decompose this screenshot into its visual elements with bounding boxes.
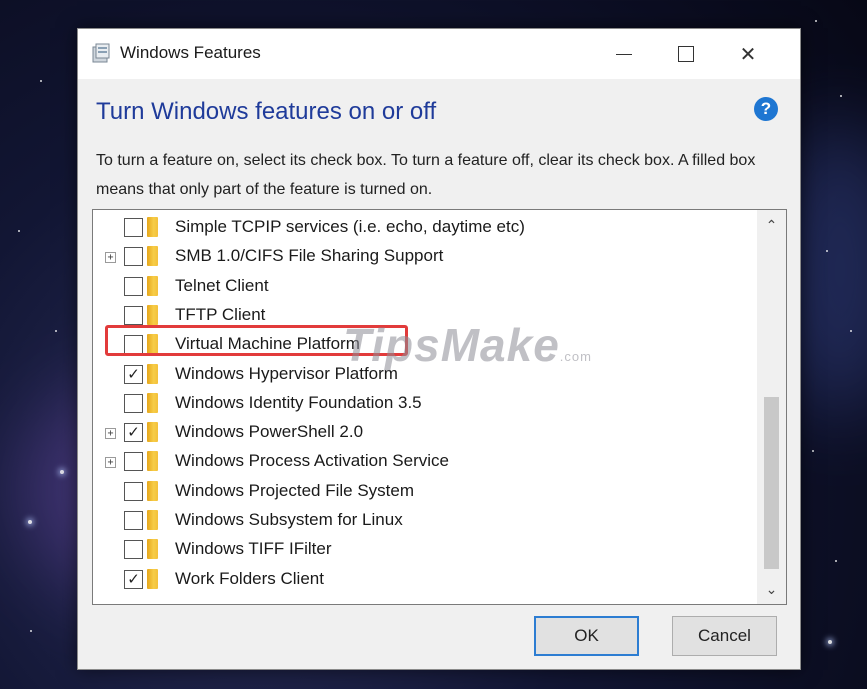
vertical-scrollbar[interactable]: ⌃ ⌄ xyxy=(757,210,786,604)
feature-checkbox[interactable] xyxy=(124,276,143,296)
close-button[interactable]: ✕ xyxy=(718,29,778,79)
features-tree[interactable]: Simple TCPIP services (i.e. echo, daytim… xyxy=(92,209,787,605)
expand-icon[interactable]: + xyxy=(105,428,116,440)
feature-label: SMB 1.0/CIFS File Sharing Support xyxy=(175,246,444,266)
scroll-thumb[interactable] xyxy=(764,397,779,569)
ok-button[interactable]: OK xyxy=(534,616,639,656)
folder-icon xyxy=(147,480,158,501)
feature-row[interactable]: Simple TCPIP services (i.e. echo, daytim… xyxy=(93,214,757,243)
folder-icon xyxy=(147,392,158,413)
feature-row[interactable]: Windows TIFF IFilter xyxy=(93,536,757,565)
feature-checkbox[interactable] xyxy=(124,305,143,325)
feature-row[interactable]: + SMB 1.0/CIFS File Sharing Support xyxy=(93,243,757,272)
watermark-main: TipsMake xyxy=(343,319,560,371)
feature-checkbox[interactable] xyxy=(124,452,143,472)
feature-row[interactable]: + ✓ Windows PowerShell 2.0 xyxy=(93,419,757,448)
maximize-icon xyxy=(678,46,694,62)
feature-label: Windows Process Activation Service xyxy=(175,451,449,471)
close-icon: ✕ xyxy=(739,43,757,66)
feature-row[interactable]: ✓ Work Folders Client xyxy=(93,566,757,595)
feature-row[interactable]: Windows Projected File System xyxy=(93,478,757,507)
scroll-down-icon[interactable]: ⌄ xyxy=(757,578,786,600)
feature-checkbox-checked[interactable]: ✓ xyxy=(124,569,143,589)
windows-features-icon xyxy=(92,43,110,63)
feature-row[interactable]: Telnet Client xyxy=(93,273,757,302)
feature-label: Work Folders Client xyxy=(175,568,324,588)
title-bar[interactable]: Windows Features ✕ xyxy=(78,29,800,79)
folder-icon xyxy=(147,451,158,472)
maximize-button[interactable] xyxy=(656,29,716,79)
folder-icon xyxy=(147,275,158,296)
feature-label: Windows TIFF IFilter xyxy=(175,539,332,559)
feature-row[interactable]: Windows Subsystem for Linux xyxy=(93,507,757,536)
window-title: Windows Features xyxy=(120,43,261,62)
feature-label: Windows Identity Foundation 3.5 xyxy=(175,392,422,412)
folder-icon xyxy=(147,363,158,384)
feature-checkbox[interactable] xyxy=(124,218,143,237)
watermark: TipsMake.com xyxy=(343,318,592,372)
feature-checkbox[interactable] xyxy=(124,540,143,560)
feature-label: Telnet Client xyxy=(175,275,269,295)
folder-icon xyxy=(147,510,158,530)
feature-checkbox[interactable] xyxy=(124,481,143,501)
folder-icon xyxy=(147,304,158,325)
feature-label: Windows Projected File System xyxy=(175,480,415,500)
feature-checkbox-checked[interactable]: ✓ xyxy=(124,364,143,384)
minimize-icon xyxy=(616,53,632,55)
folder-icon xyxy=(147,539,158,560)
feature-label: Windows PowerShell 2.0 xyxy=(175,422,364,442)
expand-icon[interactable]: + xyxy=(105,457,116,469)
feature-label: TFTP Client xyxy=(175,304,266,324)
folder-icon xyxy=(147,422,158,443)
cancel-button[interactable]: Cancel xyxy=(672,616,777,656)
feature-checkbox[interactable] xyxy=(124,511,143,530)
help-icon[interactable]: ? xyxy=(754,97,778,121)
folder-icon xyxy=(147,217,158,237)
feature-checkbox-checked[interactable]: ✓ xyxy=(124,423,143,443)
feature-label: Simple TCPIP services (i.e. echo, daytim… xyxy=(175,217,525,236)
feature-row[interactable]: + Windows Process Activation Service xyxy=(93,448,757,477)
instructions-text: To turn a feature on, select its check b… xyxy=(96,152,756,198)
feature-label: Windows Subsystem for Linux xyxy=(175,510,403,529)
folder-icon xyxy=(147,246,158,267)
folder-icon xyxy=(147,568,158,589)
scroll-up-icon[interactable]: ⌃ xyxy=(757,214,786,236)
watermark-suffix: .com xyxy=(559,349,592,364)
expand-icon[interactable]: + xyxy=(105,252,116,264)
feature-row[interactable]: Windows Identity Foundation 3.5 xyxy=(93,390,757,419)
minimize-button[interactable] xyxy=(594,29,654,79)
page-title: Turn Windows features on or off xyxy=(96,98,437,125)
feature-checkbox[interactable] xyxy=(124,247,143,267)
feature-checkbox[interactable] xyxy=(124,393,143,413)
